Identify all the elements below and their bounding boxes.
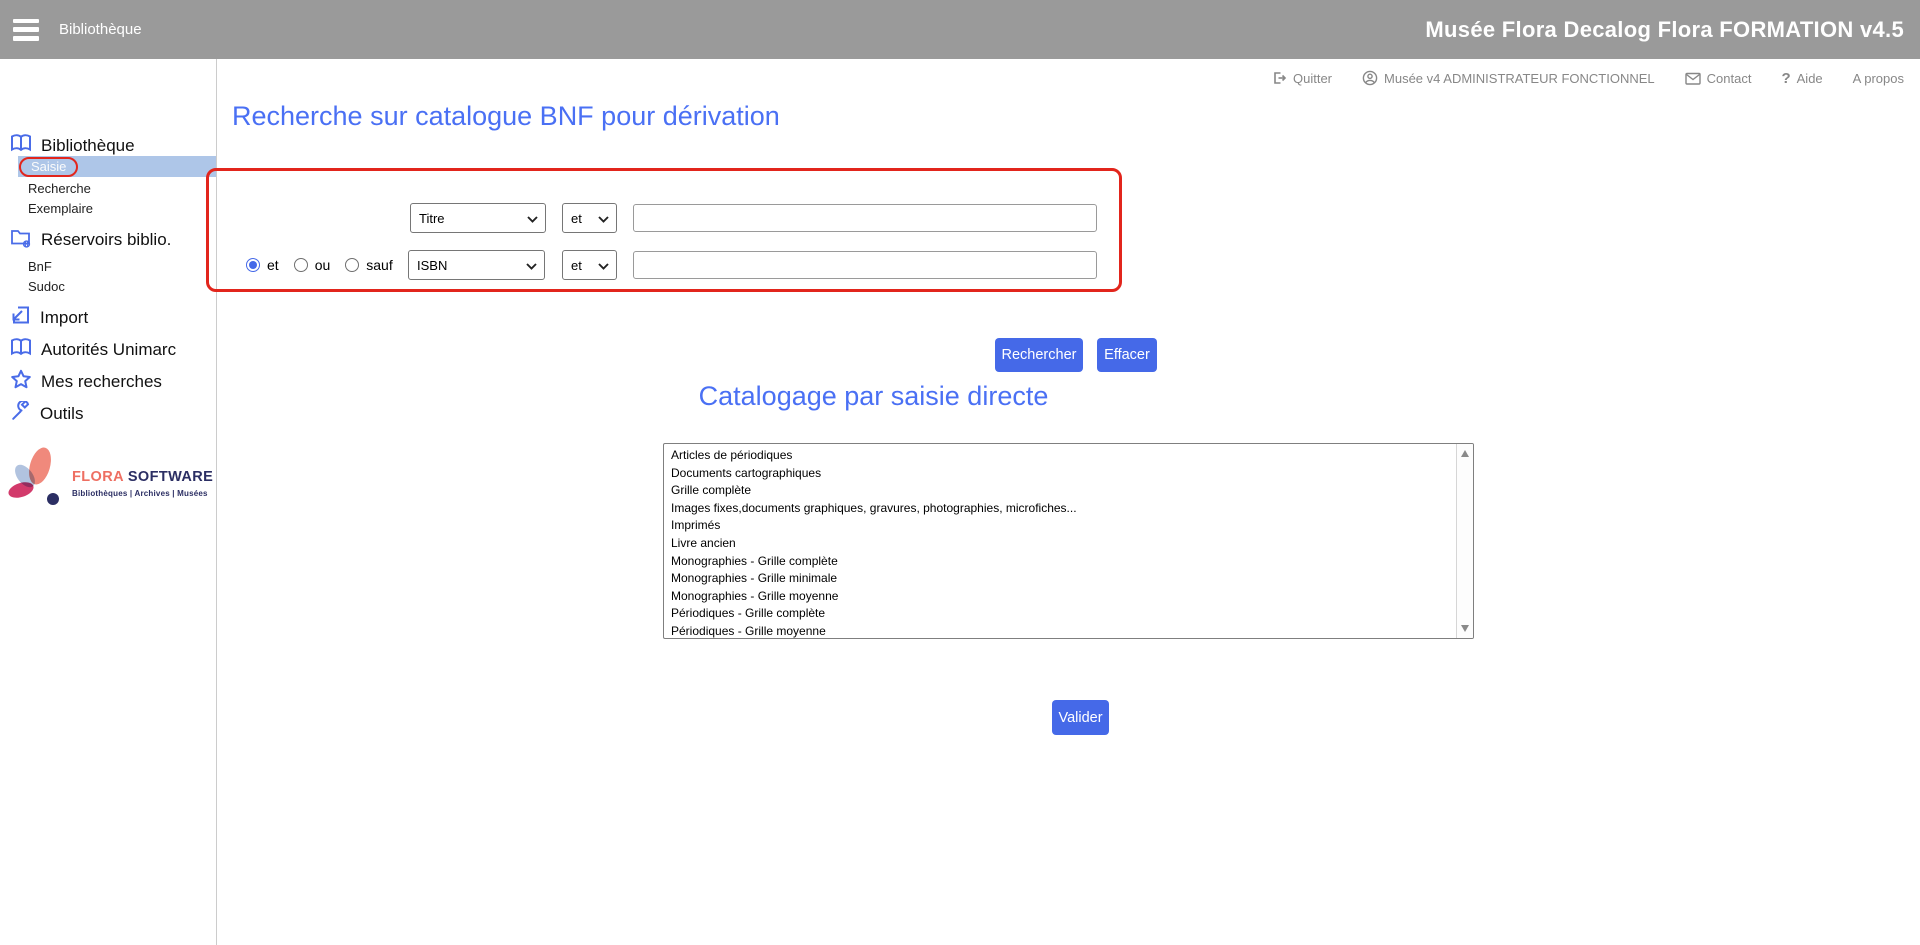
hamburger-menu-icon[interactable]	[13, 19, 39, 41]
radio-et[interactable]	[246, 258, 260, 272]
sidebar-item-mes-recherches[interactable]: Mes recherches	[10, 369, 162, 395]
logout-icon	[1271, 70, 1287, 86]
apropos-link[interactable]: A propos	[1853, 71, 1904, 86]
list-item[interactable]: Périodiques - Grille moyenne	[671, 623, 1455, 639]
list-item[interactable]: Imprimés	[671, 517, 1455, 535]
field-select-row2-value: ISBN	[417, 258, 447, 273]
radio-sauf[interactable]	[345, 258, 359, 272]
chevron-down-icon	[598, 258, 609, 273]
sidebar-item-bnf[interactable]: BnF	[28, 259, 52, 274]
user-account-link[interactable]: Musée v4 ADMINISTRATEUR FONCTIONNEL	[1362, 70, 1655, 86]
operator-select-row1[interactable]: et	[562, 203, 617, 233]
rechercher-button[interactable]: Rechercher	[995, 338, 1083, 372]
search-term-input-row1[interactable]	[633, 204, 1097, 232]
sidebar-item-label: Mes recherches	[41, 372, 162, 392]
boolean-radio-group: et ou sauf	[246, 250, 401, 280]
sidebar-item-recherche[interactable]: Recherche	[28, 181, 91, 196]
catalog-section-title: Catalogage par saisie directe	[699, 381, 1049, 412]
sidebar: Bibliothèque Saisie Recherche Exemplaire…	[0, 59, 217, 945]
header-links-bar: Quitter Musée v4 ADMINISTRATEUR FONCTION…	[217, 59, 1920, 97]
aide-link[interactable]: ? Aide	[1781, 70, 1822, 87]
effacer-button[interactable]: Effacer	[1097, 338, 1157, 372]
list-item[interactable]: Images fixes,documents graphiques, gravu…	[671, 500, 1455, 518]
sidebar-item-import[interactable]: Import	[10, 305, 88, 330]
search-term-input-row2[interactable]	[633, 251, 1097, 279]
import-icon	[10, 305, 31, 330]
quitter-link[interactable]: Quitter	[1271, 70, 1332, 86]
radio-ou[interactable]	[294, 258, 308, 272]
topbar-module-label: Bibliothèque	[59, 21, 142, 38]
folder-globe-icon	[10, 227, 32, 253]
open-book-icon	[10, 337, 32, 362]
list-item[interactable]: Documents cartographiques	[671, 465, 1455, 483]
catalog-grid-options: Articles de périodiques Documents cartog…	[664, 447, 1455, 638]
help-icon: ?	[1781, 70, 1790, 87]
wrench-icon	[10, 401, 31, 427]
list-item[interactable]: Livre ancien	[671, 535, 1455, 553]
valider-button[interactable]: Valider	[1052, 700, 1109, 735]
list-item[interactable]: Monographies - Grille complète	[671, 553, 1455, 571]
radio-sauf-label[interactable]: sauf	[366, 257, 392, 273]
brand-software: SOFTWARE	[128, 469, 213, 485]
radio-ou-label[interactable]: ou	[315, 257, 331, 273]
user-label: Musée v4 ADMINISTRATEUR FONCTIONNEL	[1384, 71, 1655, 86]
list-item[interactable]: Grille complète	[671, 482, 1455, 500]
listbox-scrollbar[interactable]	[1456, 444, 1473, 638]
sidebar-item-outils[interactable]: Outils	[10, 401, 83, 427]
sidebar-item-label: Outils	[40, 404, 83, 424]
sidebar-item-reservoirs[interactable]: Réservoirs biblio.	[10, 227, 171, 253]
list-item[interactable]: Monographies - Grille moyenne	[671, 588, 1455, 606]
sidebar-item-label: Réservoirs biblio.	[41, 230, 171, 250]
scroll-down-icon[interactable]	[1461, 625, 1469, 632]
chevron-down-icon	[598, 211, 609, 226]
sidebar-item-label: Bibliothèque	[41, 136, 135, 156]
brand-flora: FLORA	[72, 469, 123, 485]
envelope-icon	[1685, 72, 1701, 85]
sidebar-item-exemplaire[interactable]: Exemplaire	[28, 201, 93, 216]
field-select-row2[interactable]: ISBN	[408, 250, 545, 280]
operator-select-row1-value: et	[571, 211, 582, 226]
chevron-down-icon	[527, 211, 538, 226]
contact-link[interactable]: Contact	[1685, 71, 1752, 86]
sidebar-item-autorites[interactable]: Autorités Unimarc	[10, 337, 176, 362]
list-item[interactable]: Monographies - Grille minimale	[671, 570, 1455, 588]
sidebar-item-saisie[interactable]: Saisie	[18, 156, 216, 177]
catalog-grid-listbox[interactable]: Articles de périodiques Documents cartog…	[663, 443, 1474, 639]
top-bar: Bibliothèque Musée Flora Decalog Flora F…	[0, 0, 1920, 59]
radio-et-label[interactable]: et	[267, 257, 279, 273]
quitter-label: Quitter	[1293, 71, 1332, 86]
sidebar-item-label: Saisie	[31, 159, 66, 174]
star-icon	[10, 369, 32, 395]
field-select-row1-value: Titre	[419, 211, 445, 226]
flora-software-logo: FLORA SOFTWARE Bibliothèques | Archives …	[6, 445, 211, 511]
page-title: Recherche sur catalogue BNF pour dérivat…	[232, 101, 780, 132]
scroll-up-icon[interactable]	[1461, 450, 1469, 457]
user-icon	[1362, 70, 1378, 86]
sidebar-item-label: Autorités Unimarc	[41, 340, 176, 360]
chevron-down-icon	[526, 258, 537, 273]
sidebar-item-sudoc[interactable]: Sudoc	[28, 279, 65, 294]
apropos-label: A propos	[1853, 71, 1904, 86]
sidebar-item-label: Import	[40, 308, 88, 328]
open-book-icon	[10, 133, 32, 158]
annotation-oval: Saisie	[19, 157, 78, 177]
sidebar-item-bibliotheque[interactable]: Bibliothèque	[10, 133, 135, 158]
contact-label: Contact	[1707, 71, 1752, 86]
operator-select-row2-value: et	[571, 258, 582, 273]
field-select-row1[interactable]: Titre	[410, 203, 546, 233]
list-item[interactable]: Périodiques - Grille complète	[671, 605, 1455, 623]
operator-select-row2[interactable]: et	[562, 250, 617, 280]
list-item[interactable]: Articles de périodiques	[671, 447, 1455, 465]
brand-tagline: Bibliothèques | Archives | Musées	[72, 489, 213, 498]
aide-label: Aide	[1797, 71, 1823, 86]
app-title: Musée Flora Decalog Flora FORMATION v4.5	[1425, 17, 1904, 43]
